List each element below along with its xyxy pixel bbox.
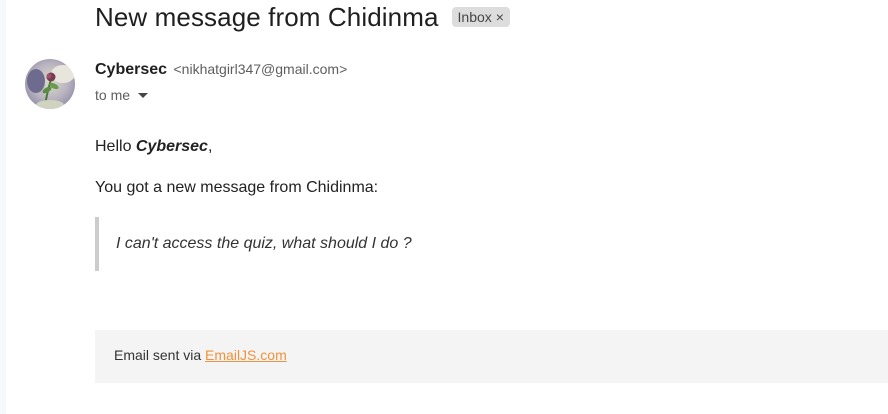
email-subject: New message from Chidinma bbox=[95, 1, 439, 32]
inbox-label-text: Inbox bbox=[457, 9, 492, 25]
sender-email: <nikhatgirl347@gmail.com> bbox=[173, 61, 348, 77]
greeting-prefix: Hello bbox=[95, 138, 136, 155]
intro-line: You got a new message from Chidinma: bbox=[95, 179, 379, 196]
recipient-text: to me bbox=[95, 87, 131, 103]
footer-prefix: Email sent via bbox=[114, 347, 206, 363]
avatar-image bbox=[25, 59, 75, 109]
email-footer: Email sent via EmailJS.com bbox=[95, 330, 888, 383]
quote-bar bbox=[95, 217, 99, 271]
recipient-details-toggle[interactable]: to me bbox=[95, 87, 149, 103]
close-icon[interactable]: × bbox=[496, 10, 504, 24]
subject-row: New message from Chidinma Inbox × bbox=[95, 0, 510, 34]
left-rail bbox=[0, 0, 6, 414]
inbox-label-chip[interactable]: Inbox × bbox=[451, 7, 510, 27]
footer-text: Email sent via EmailJS.com bbox=[114, 347, 287, 363]
sender-row: Cybersec <nikhatgirl347@gmail.com> bbox=[95, 61, 347, 79]
greeting-name: Cybersec bbox=[135, 138, 208, 155]
caret-down-icon[interactable] bbox=[138, 92, 149, 98]
emailjs-link[interactable]: EmailJS.com bbox=[205, 347, 287, 363]
greeting-suffix: , bbox=[207, 138, 213, 155]
sender-avatar[interactable] bbox=[25, 59, 75, 109]
quoted-message: I can't access the quiz, what should I d… bbox=[116, 235, 412, 252]
greeting-line: Hello Cybersec, bbox=[95, 138, 212, 156]
email-view: New message from Chidinma Inbox × Cybers… bbox=[0, 0, 888, 414]
sender-name[interactable]: Cybersec bbox=[95, 61, 167, 78]
